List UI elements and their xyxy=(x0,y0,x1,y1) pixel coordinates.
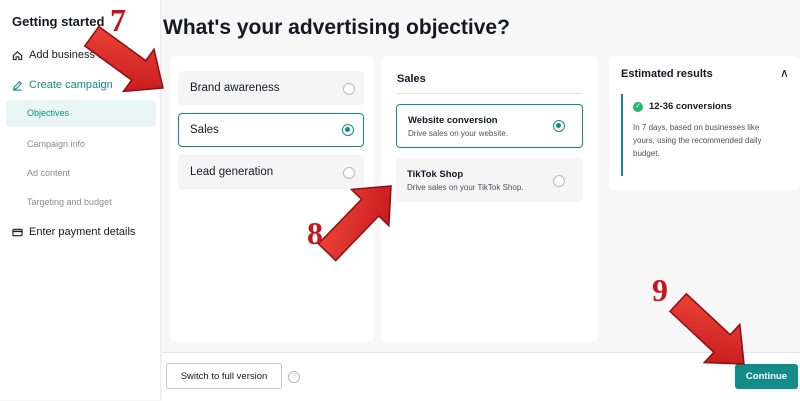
arrow-7-icon xyxy=(83,25,164,93)
annotation-number-8: 8 xyxy=(307,215,323,251)
annotation-number-9: 9 xyxy=(652,272,668,308)
annotation-arrows xyxy=(83,25,745,365)
annotation-number-7: 7 xyxy=(110,2,126,38)
arrow-9-icon xyxy=(668,292,745,365)
arrow-8-icon xyxy=(317,185,392,262)
